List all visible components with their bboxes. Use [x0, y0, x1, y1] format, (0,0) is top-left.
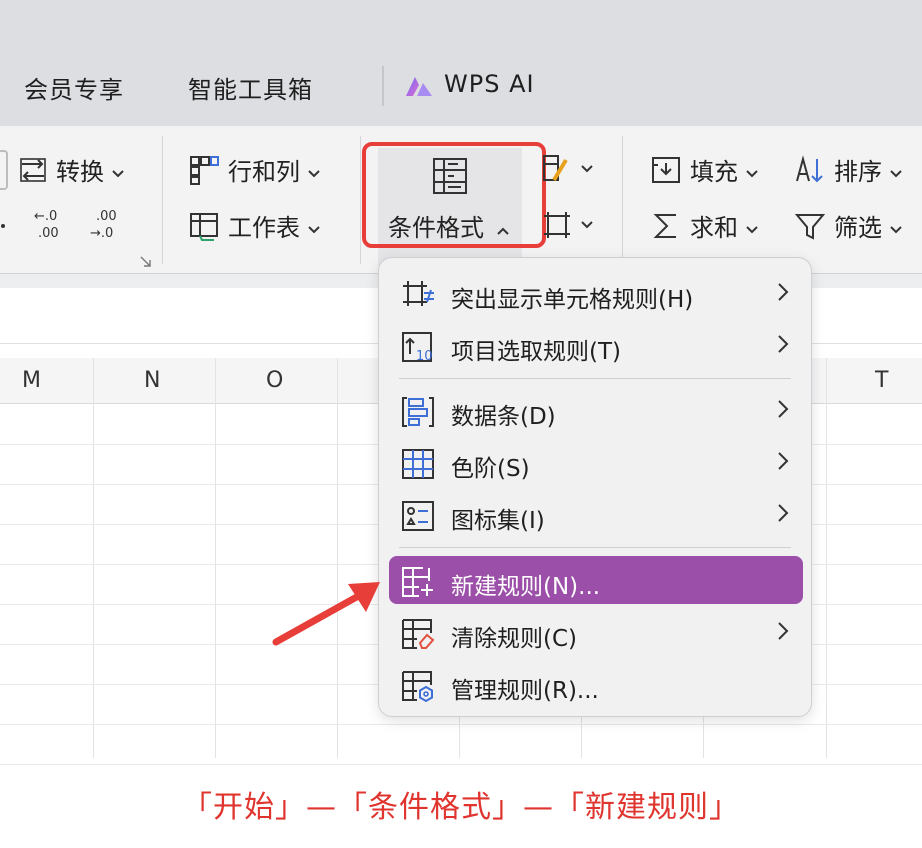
- instruction-caption: 「开始」—「条件格式」—「新建规则」: [182, 790, 740, 825]
- chevron-right-icon: [777, 282, 789, 306]
- svg-text:→.0: →.0: [90, 226, 113, 241]
- fill-label: 填充: [690, 158, 738, 186]
- top-ten-icon: 10: [401, 330, 435, 364]
- new-rule-icon: [401, 565, 435, 599]
- annotation-arrow-icon: [272, 582, 380, 646]
- manage-rules-icon: [401, 669, 435, 703]
- grid-line: [215, 358, 216, 758]
- sort-button[interactable]: 排序: [794, 152, 902, 187]
- convert-icon: [18, 155, 48, 185]
- column-header-t[interactable]: T: [875, 368, 888, 393]
- color-scales-icon: [401, 447, 435, 481]
- tab-wps-ai[interactable]: WPS AI: [444, 70, 535, 98]
- tab-member[interactable]: 会员专享: [24, 70, 124, 105]
- annotation-highlight-box: [362, 142, 546, 248]
- svg-text:.00: .00: [38, 226, 59, 241]
- cell-style-icon[interactable]: [540, 152, 598, 190]
- chevron-right-icon: [777, 503, 789, 527]
- decimal-partial-icon: [0, 208, 10, 242]
- sum-button[interactable]: 求和: [650, 208, 758, 243]
- tab-bar: 会员专享 智能工具箱 WPS AI: [0, 0, 922, 126]
- clear-rules-icon: [401, 617, 435, 651]
- filter-label: 筛选: [834, 214, 882, 242]
- chevron-down-icon: [112, 156, 124, 184]
- column-header-n[interactable]: N: [144, 368, 160, 393]
- partial-dropdown-box: [0, 150, 8, 190]
- ribbon-group-divider: [360, 136, 361, 264]
- chevron-down-icon: [308, 156, 320, 184]
- chevron-down-icon: [308, 212, 320, 240]
- worksheet-icon: [188, 210, 220, 242]
- tab-divider: [382, 66, 384, 106]
- menu-item-label: 突出显示单元格规则(H): [451, 287, 694, 313]
- menu-separator: [399, 547, 791, 548]
- chevron-right-icon: [777, 399, 789, 423]
- menu-item-highlight-rules[interactable]: 突出显示单元格规则(H): [379, 269, 811, 319]
- chevron-right-icon: [777, 334, 789, 358]
- svg-text:.00: .00: [96, 209, 117, 224]
- rows-cols-label: 行和列: [228, 158, 300, 186]
- rows-cols-button[interactable]: 行和列: [188, 152, 320, 187]
- highlight-cells-icon: [401, 278, 435, 312]
- convert-label: 转换: [56, 158, 104, 186]
- filter-button[interactable]: 筛选: [794, 208, 902, 243]
- menu-item-icon-sets[interactable]: 图标集(I): [379, 490, 811, 540]
- grid-line: [337, 358, 338, 758]
- menu-item-new-rule[interactable]: 新建规则(N)...: [389, 556, 803, 604]
- worksheet-button[interactable]: 工作表: [188, 208, 320, 243]
- grid-line: [0, 724, 922, 725]
- chevron-right-icon: [777, 621, 789, 645]
- menu-item-label: 管理规则(R)...: [451, 678, 599, 704]
- chevron-down-icon: [890, 212, 902, 240]
- border-icon[interactable]: [540, 208, 598, 246]
- menu-item-label: 数据条(D): [451, 404, 556, 430]
- conditional-format-menu: 突出显示单元格规则(H) 10 项目选取规则(T) 数据条(D) 色阶(S) 图…: [378, 257, 812, 717]
- sort-label: 排序: [834, 158, 882, 186]
- grid-line: [0, 764, 922, 765]
- decrease-decimal-icon[interactable]: ←.0.00: [32, 206, 66, 246]
- ribbon-group-divider: [162, 136, 163, 264]
- grid-line: [826, 358, 827, 758]
- fill-button[interactable]: 填充: [650, 152, 758, 187]
- menu-item-color-scales[interactable]: 色阶(S): [379, 438, 811, 488]
- menu-item-label: 清除规则(C): [451, 626, 578, 652]
- sort-icon: [794, 154, 826, 186]
- fill-icon: [650, 154, 682, 186]
- menu-item-data-bars[interactable]: 数据条(D): [379, 386, 811, 436]
- menu-item-clear-rules[interactable]: 清除规则(C): [379, 608, 811, 658]
- increase-decimal-icon[interactable]: .00 →.0: [88, 206, 122, 246]
- worksheet-label: 工作表: [228, 214, 300, 242]
- rows-cols-icon: [188, 154, 220, 186]
- dialog-launcher-icon[interactable]: [140, 253, 152, 272]
- menu-item-top-rules[interactable]: 10 项目选取规则(T): [379, 321, 811, 371]
- ribbon-group-divider: [622, 136, 623, 264]
- chevron-down-icon: [746, 212, 758, 240]
- menu-item-label: 新建规则(N)...: [451, 574, 601, 600]
- chevron-down-icon: [746, 156, 758, 184]
- chevron-down-icon: [890, 156, 902, 184]
- tab-smart-tools[interactable]: 智能工具箱: [188, 70, 313, 105]
- menu-item-manage-rules[interactable]: 管理规则(R)...: [379, 660, 811, 710]
- svg-text:10: 10: [416, 349, 433, 364]
- svg-text:←.0: ←.0: [34, 209, 57, 224]
- wps-ai-logo-icon: [406, 77, 432, 96]
- column-header-o[interactable]: O: [266, 368, 283, 393]
- data-bars-icon: [401, 395, 435, 429]
- column-header-m[interactable]: M: [22, 368, 41, 393]
- menu-item-label: 项目选取规则(T): [451, 339, 621, 365]
- menu-item-label: 图标集(I): [451, 508, 545, 534]
- menu-separator: [399, 378, 791, 379]
- chevron-right-icon: [777, 451, 789, 475]
- sum-icon: [650, 210, 682, 242]
- convert-button[interactable]: 转换: [18, 152, 124, 187]
- filter-icon: [794, 210, 826, 242]
- icon-sets-icon: [401, 499, 435, 533]
- grid-line: [93, 358, 94, 758]
- menu-item-label: 色阶(S): [451, 456, 530, 482]
- sum-label: 求和: [690, 214, 738, 242]
